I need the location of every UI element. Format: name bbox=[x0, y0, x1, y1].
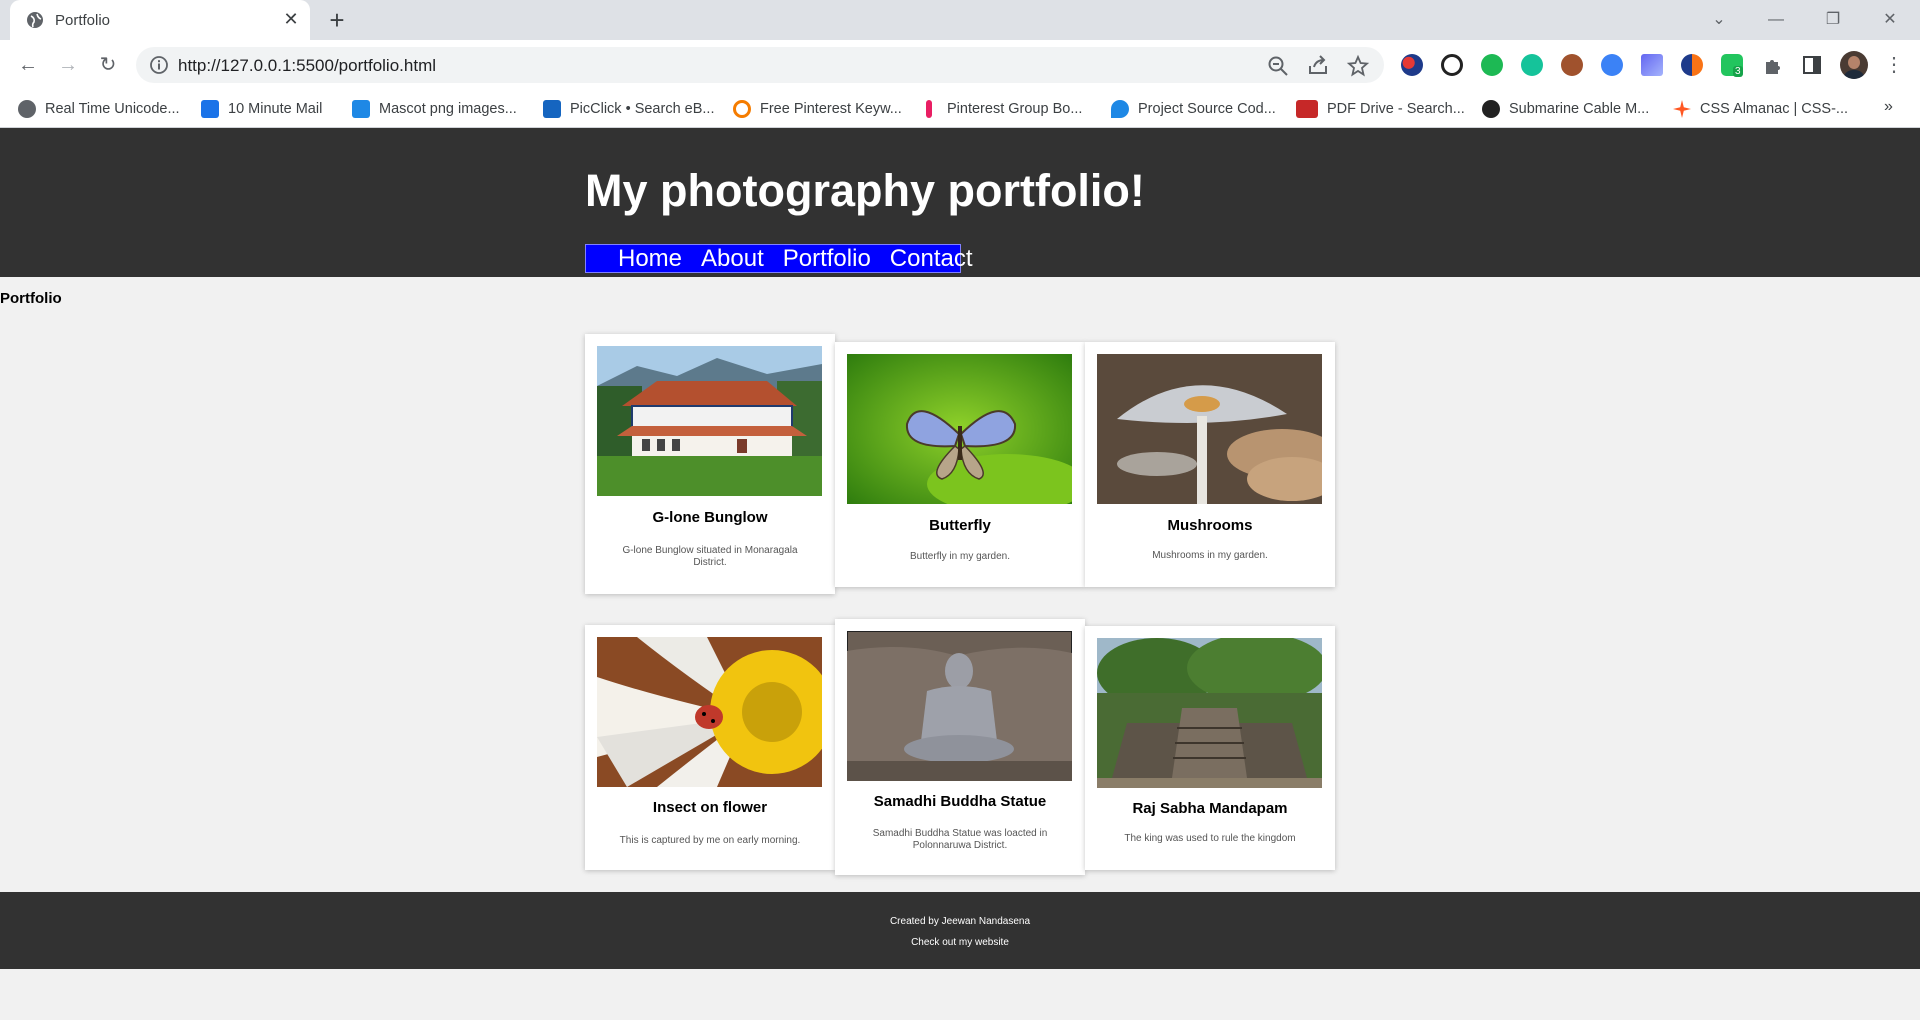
mushrooms-photo bbox=[1097, 354, 1322, 504]
pinterest-keyword-icon bbox=[733, 100, 751, 118]
reload-button[interactable]: ↻ bbox=[95, 52, 121, 78]
bookmark-item[interactable]: Submarine Cable M... bbox=[1482, 98, 1649, 120]
site-info-icon[interactable] bbox=[149, 55, 169, 75]
extension-bulb-icon[interactable] bbox=[1481, 54, 1503, 76]
share-icon[interactable] bbox=[1306, 54, 1330, 78]
profile-avatar[interactable] bbox=[1840, 51, 1868, 79]
browser-toolbar: ← → ↻ http://127.0.0.1:5500/portfolio.ht… bbox=[0, 40, 1920, 90]
nav-home[interactable]: Home bbox=[618, 245, 682, 273]
footer-credit: Created by Jeewan Nandasena bbox=[889, 916, 1031, 927]
bookmark-star-icon[interactable] bbox=[1346, 54, 1370, 78]
mascot-w-icon bbox=[352, 100, 370, 118]
close-window-button[interactable]: ✕ bbox=[1878, 8, 1902, 32]
card-description: Butterfly in my garden. bbox=[909, 551, 1011, 562]
globe-icon bbox=[27, 12, 43, 28]
submarine-globe-icon bbox=[1482, 100, 1500, 118]
extension-s-icon[interactable] bbox=[1681, 54, 1703, 76]
bookmark-item[interactable]: Mascot png images... bbox=[352, 98, 517, 120]
back-button[interactable]: ← bbox=[15, 52, 41, 78]
browser-chrome: Portfolio ✕ + ⌄ — ❐ ✕ ← → ↻ http://127.0… bbox=[0, 0, 1920, 128]
side-panel-icon[interactable] bbox=[1801, 54, 1823, 76]
bookmarks-overflow-icon[interactable]: » bbox=[1884, 98, 1893, 116]
extension-target-icon[interactable] bbox=[1441, 54, 1463, 76]
card-description: Samadhi Buddha Statue was loacted in Pol… bbox=[872, 828, 1048, 851]
address-bar[interactable]: http://127.0.0.1:5500/portfolio.html bbox=[136, 47, 1384, 83]
card-title: Insect on flower bbox=[652, 799, 768, 816]
pdf-drive-icon bbox=[1296, 100, 1318, 118]
close-tab-icon[interactable]: ✕ bbox=[280, 8, 302, 30]
cookie-icon[interactable] bbox=[1561, 54, 1583, 76]
bookmarks-bar: Real Time Unicode... 10 Minute Mail Masc… bbox=[0, 90, 1920, 128]
restore-button[interactable]: ❐ bbox=[1821, 8, 1845, 32]
tab-strip: Portfolio ✕ + ⌄ — ❐ ✕ bbox=[0, 0, 1920, 40]
tab-search-icon[interactable]: ⌄ bbox=[1707, 8, 1731, 32]
bungalow-photo bbox=[597, 346, 822, 496]
extension-b-icon[interactable] bbox=[1601, 54, 1623, 76]
butterfly-photo bbox=[847, 354, 1072, 504]
card-title: Samadhi Buddha Statue bbox=[873, 793, 1047, 810]
bookmark-item[interactable]: Project Source Cod... bbox=[1111, 98, 1276, 120]
bookmark-item[interactable]: Free Pinterest Keyw... bbox=[733, 98, 902, 120]
pinterest-group-icon bbox=[926, 100, 932, 118]
portfolio-card[interactable]: Raj Sabha Mandapam The king was used to … bbox=[1085, 626, 1335, 870]
extension-badge-icon[interactable]: 3 bbox=[1721, 54, 1743, 77]
raj-sabha-photo bbox=[1097, 638, 1322, 788]
card-description: This is captured by me on early morning. bbox=[619, 835, 801, 846]
extension-badge-count: 3 bbox=[1733, 66, 1743, 77]
bookmark-item[interactable]: PicClick • Search eB... bbox=[543, 98, 714, 120]
bookmark-item[interactable]: Pinterest Group Bo... bbox=[926, 98, 1082, 120]
portfolio-card[interactable]: Samadhi Buddha Statue Samadhi Buddha Sta… bbox=[835, 619, 1085, 875]
menu-kebab-icon[interactable]: ⋮ bbox=[1884, 52, 1904, 78]
minimize-button[interactable]: — bbox=[1764, 8, 1788, 32]
puzzle-icon[interactable] bbox=[1762, 54, 1784, 76]
zoom-icon[interactable] bbox=[1266, 54, 1290, 78]
main-nav: Home About Portfolio Contact bbox=[585, 244, 973, 273]
page-label: Portfolio bbox=[0, 290, 62, 307]
picclick-icon bbox=[543, 100, 561, 118]
bookmark-item[interactable]: Real Time Unicode... bbox=[18, 98, 180, 120]
tab-portfolio[interactable]: Portfolio ✕ bbox=[10, 0, 310, 40]
bookmark-item[interactable]: 10 Minute Mail bbox=[201, 98, 322, 120]
footer-website-link[interactable]: Check out my website bbox=[0, 937, 1920, 948]
card-description: The king was used to rule the kingdom bbox=[1124, 833, 1296, 844]
url-text: http://127.0.0.1:5500/portfolio.html bbox=[178, 56, 437, 75]
bookmark-item[interactable]: PDF Drive - Search... bbox=[1296, 98, 1465, 120]
chart-extension-icon[interactable] bbox=[1641, 54, 1663, 76]
tab-title: Portfolio bbox=[55, 12, 111, 29]
nav-portfolio[interactable]: Portfolio bbox=[783, 245, 871, 273]
forward-button[interactable]: → bbox=[55, 52, 81, 78]
bookmark-item[interactable]: CSS Almanac | CSS-... bbox=[1673, 98, 1848, 120]
portfolio-card[interactable]: G-lone Bunglow G-lone Bunglow situated i… bbox=[585, 334, 835, 594]
nav-about[interactable]: About bbox=[701, 245, 764, 273]
site-header: My photography portfolio! Home About Por… bbox=[0, 128, 1920, 277]
page-title: My photography portfolio! bbox=[585, 165, 1145, 216]
card-title: Raj Sabha Mandapam bbox=[1132, 800, 1288, 817]
ten-minute-mail-icon bbox=[201, 100, 219, 118]
portfolio-card[interactable]: Butterfly Butterfly in my garden. bbox=[835, 342, 1085, 587]
portfolio-card[interactable]: Insect on flower This is captured by me … bbox=[585, 625, 835, 870]
nav-contact[interactable]: Contact bbox=[890, 245, 973, 273]
drupal-drop-icon bbox=[1111, 100, 1129, 118]
card-description: G-lone Bunglow situated in Monaragala Di… bbox=[622, 545, 798, 568]
insect-flower-photo bbox=[597, 637, 822, 787]
grammarly-icon[interactable] bbox=[1521, 54, 1543, 76]
card-title: Butterfly bbox=[929, 517, 991, 534]
site-footer: Created by Jeewan Nandasena Check out my… bbox=[0, 892, 1920, 969]
card-title: G-lone Bunglow bbox=[652, 509, 768, 526]
buddha-statue-photo bbox=[847, 631, 1072, 781]
new-tab-button[interactable]: + bbox=[324, 7, 350, 34]
globe-icon bbox=[18, 100, 36, 118]
extension-dots-icon[interactable] bbox=[1401, 54, 1423, 76]
css-tricks-icon bbox=[1673, 100, 1691, 118]
card-description: Mushrooms in my garden. bbox=[1152, 550, 1268, 561]
portfolio-card[interactable]: Mushrooms Mushrooms in my garden. bbox=[1085, 342, 1335, 587]
card-title: Mushrooms bbox=[1167, 517, 1253, 534]
